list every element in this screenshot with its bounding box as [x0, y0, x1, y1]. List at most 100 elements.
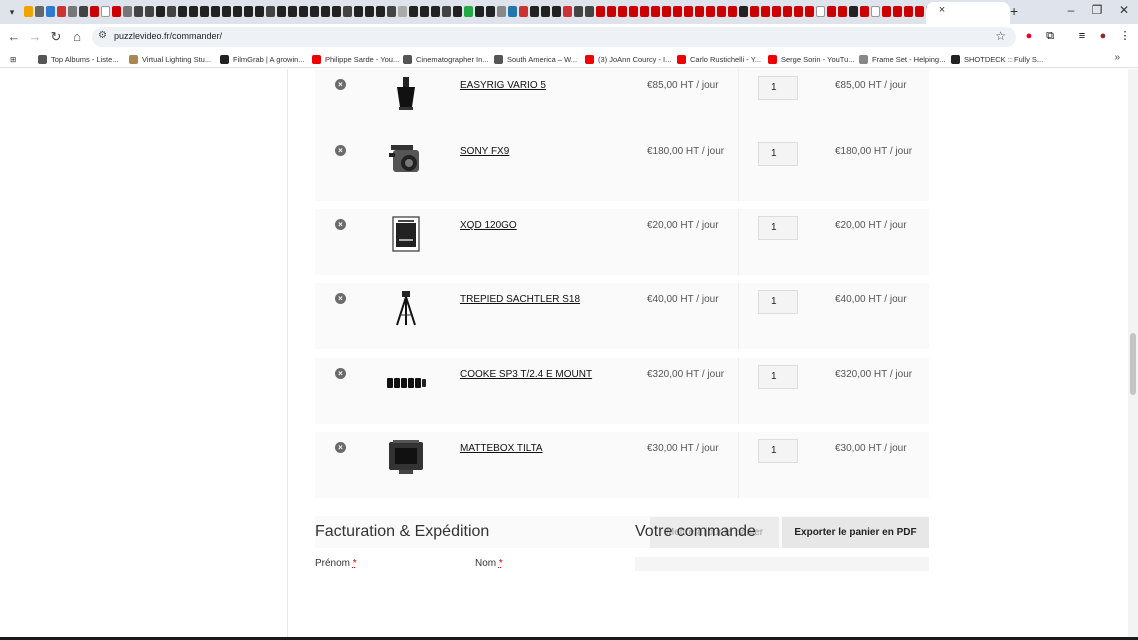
product-thumbnail[interactable]: [385, 287, 427, 329]
product-thumbnail[interactable]: [385, 362, 427, 404]
tab-favicon-icon[interactable]: [772, 6, 781, 17]
tab-favicon-icon[interactable]: [838, 6, 847, 17]
tab-favicon-icon[interactable]: [607, 6, 616, 17]
tab-favicon-icon[interactable]: [211, 6, 220, 17]
tab-favicon-icon[interactable]: [915, 6, 924, 17]
bookmark-item[interactable]: FilmGrab | A growin...: [220, 53, 305, 65]
bookmark-item[interactable]: Virtual Lighting Stu...: [129, 53, 211, 65]
remove-item-icon[interactable]: ×: [335, 442, 346, 453]
more-bookmarks-icon[interactable]: »: [1114, 52, 1120, 63]
tab-favicon-icon[interactable]: [123, 6, 132, 17]
tab-favicon-icon[interactable]: [574, 6, 583, 17]
remove-item-icon[interactable]: ×: [335, 219, 346, 230]
address-bar[interactable]: ⚙ puzzlevideo.fr/commander/ ☆: [92, 27, 1016, 47]
site-info-icon[interactable]: ⚙: [98, 30, 107, 41]
product-name-link[interactable]: MATTEBOX TILTA: [460, 443, 543, 454]
new-tab-icon[interactable]: +: [1010, 3, 1018, 19]
tab-favicon-icon[interactable]: [684, 6, 693, 17]
tab-favicon-icon[interactable]: [299, 6, 308, 17]
tab-favicon-icon[interactable]: [761, 6, 770, 17]
product-name-link[interactable]: XQD 120GO: [460, 220, 517, 231]
tab-favicon-icon[interactable]: [266, 6, 275, 17]
menu-icon[interactable]: ⋮: [1118, 29, 1132, 43]
tab-favicon-icon[interactable]: [46, 6, 55, 17]
tab-favicon-icon[interactable]: [398, 6, 407, 17]
tab-favicon-icon[interactable]: [728, 6, 737, 17]
product-thumbnail[interactable]: [385, 139, 427, 181]
bookmark-item[interactable]: Top Albums - Liste...: [38, 53, 119, 65]
bookmark-item[interactable]: SHOTDECK :: Fully S...: [951, 53, 1043, 65]
url-text[interactable]: puzzlevideo.fr/commander/: [114, 31, 222, 41]
tab-favicon-icon[interactable]: [145, 6, 154, 17]
tab-favicon-icon[interactable]: [277, 6, 286, 17]
tab-favicon-icon[interactable]: [486, 6, 495, 17]
tab-favicon-icon[interactable]: [904, 6, 913, 17]
extensions-icon[interactable]: ⧉: [1043, 29, 1057, 43]
product-name-link[interactable]: COOKE SP3 T/2.4 E MOUNT: [460, 369, 592, 380]
tab-favicon-icon[interactable]: [134, 6, 143, 17]
tab-favicon-icon[interactable]: [596, 6, 605, 17]
tab-favicon-icon[interactable]: [893, 6, 902, 17]
tab-favicon-icon[interactable]: [453, 6, 462, 17]
tab-favicon-icon[interactable]: [783, 6, 792, 17]
tab-favicon-icon[interactable]: [673, 6, 682, 17]
tab-favicon-icon[interactable]: [849, 6, 858, 17]
scrollbar-thumb[interactable]: [1130, 333, 1136, 395]
tab-favicon-icon[interactable]: [541, 6, 550, 17]
tab-favicon-icon[interactable]: [420, 6, 429, 17]
product-name-link[interactable]: TREPIED SACHTLER S18: [460, 294, 580, 305]
tab-favicon-icon[interactable]: [585, 6, 594, 17]
bookmark-item[interactable]: Carlo Rustichelli - Y...: [677, 53, 761, 65]
product-thumbnail[interactable]: [385, 213, 427, 255]
tab-favicon-icon[interactable]: [255, 6, 264, 17]
tab-favicon-icon[interactable]: [376, 6, 385, 17]
profile-avatar[interactable]: ●: [1096, 29, 1110, 43]
back-icon[interactable]: ←: [6, 29, 22, 45]
product-name-link[interactable]: EASYRIG VARIO 5: [460, 80, 546, 91]
tab-favicon-icon[interactable]: [343, 6, 352, 17]
quantity-input[interactable]: 1: [758, 365, 798, 389]
tab-favicon-icon[interactable]: [717, 6, 726, 17]
product-thumbnail[interactable]: [385, 73, 427, 115]
tab-favicon-icon[interactable]: [57, 6, 66, 17]
tab-favicon-icon[interactable]: [618, 6, 627, 17]
bookmark-star-icon[interactable]: ☆: [995, 29, 1006, 43]
restore-icon[interactable]: ❐: [1087, 3, 1107, 17]
tab-favicon-icon[interactable]: [563, 6, 572, 17]
export-pdf-button[interactable]: Exporter le panier en PDF: [782, 517, 929, 548]
tab-favicon-icon[interactable]: [640, 6, 649, 17]
tab-search-icon[interactable]: ▾: [0, 0, 24, 24]
tab-favicon-icon[interactable]: [365, 6, 374, 17]
tab-favicon-icon[interactable]: [739, 6, 748, 17]
quantity-input[interactable]: 1: [758, 142, 798, 166]
tab-favicon-icon[interactable]: [288, 6, 297, 17]
close-window-icon[interactable]: ✕: [1114, 3, 1134, 17]
tab-favicon-icon[interactable]: [662, 6, 671, 17]
tab-favicon-icon[interactable]: [35, 6, 44, 17]
home-icon[interactable]: ⌂: [69, 29, 85, 45]
tab-favicon-icon[interactable]: [695, 6, 704, 17]
tab-favicon-icon[interactable]: [827, 6, 836, 17]
tab-favicon-icon[interactable]: [882, 6, 891, 17]
bookmark-item[interactable]: Cinematographer In...: [403, 53, 489, 65]
remove-item-icon[interactable]: ×: [335, 293, 346, 304]
bookmark-item[interactable]: Philippe Sarde - You...: [312, 53, 399, 65]
bookmark-item[interactable]: South America – W...: [494, 53, 577, 65]
bookmark-item[interactable]: Serge Sorin - YouTu...: [768, 53, 855, 65]
tab-favicon-icon[interactable]: [79, 6, 88, 17]
tab-favicon-icon[interactable]: [519, 6, 528, 17]
tab-favicon-icon[interactable]: [706, 6, 715, 17]
tab-close-icon[interactable]: ×: [936, 4, 948, 16]
tab-favicon-icon[interactable]: [90, 6, 99, 17]
page-scrollbar[interactable]: [1128, 69, 1138, 640]
quantity-input[interactable]: 1: [758, 290, 798, 314]
tab-favicon-icon[interactable]: [497, 6, 506, 17]
tab-favicon-icon[interactable]: [222, 6, 231, 17]
tab-favicon-icon[interactable]: [24, 6, 33, 17]
tab-favicon-icon[interactable]: [68, 6, 77, 17]
bookmark-item[interactable]: (3) JoAnn Courcy - I...: [585, 53, 671, 65]
apps-icon[interactable]: ⊞: [10, 53, 16, 65]
tab-favicon-icon[interactable]: [387, 6, 396, 17]
tab-favicon-icon[interactable]: [321, 6, 330, 17]
tab-favicon-icon[interactable]: [805, 6, 814, 17]
